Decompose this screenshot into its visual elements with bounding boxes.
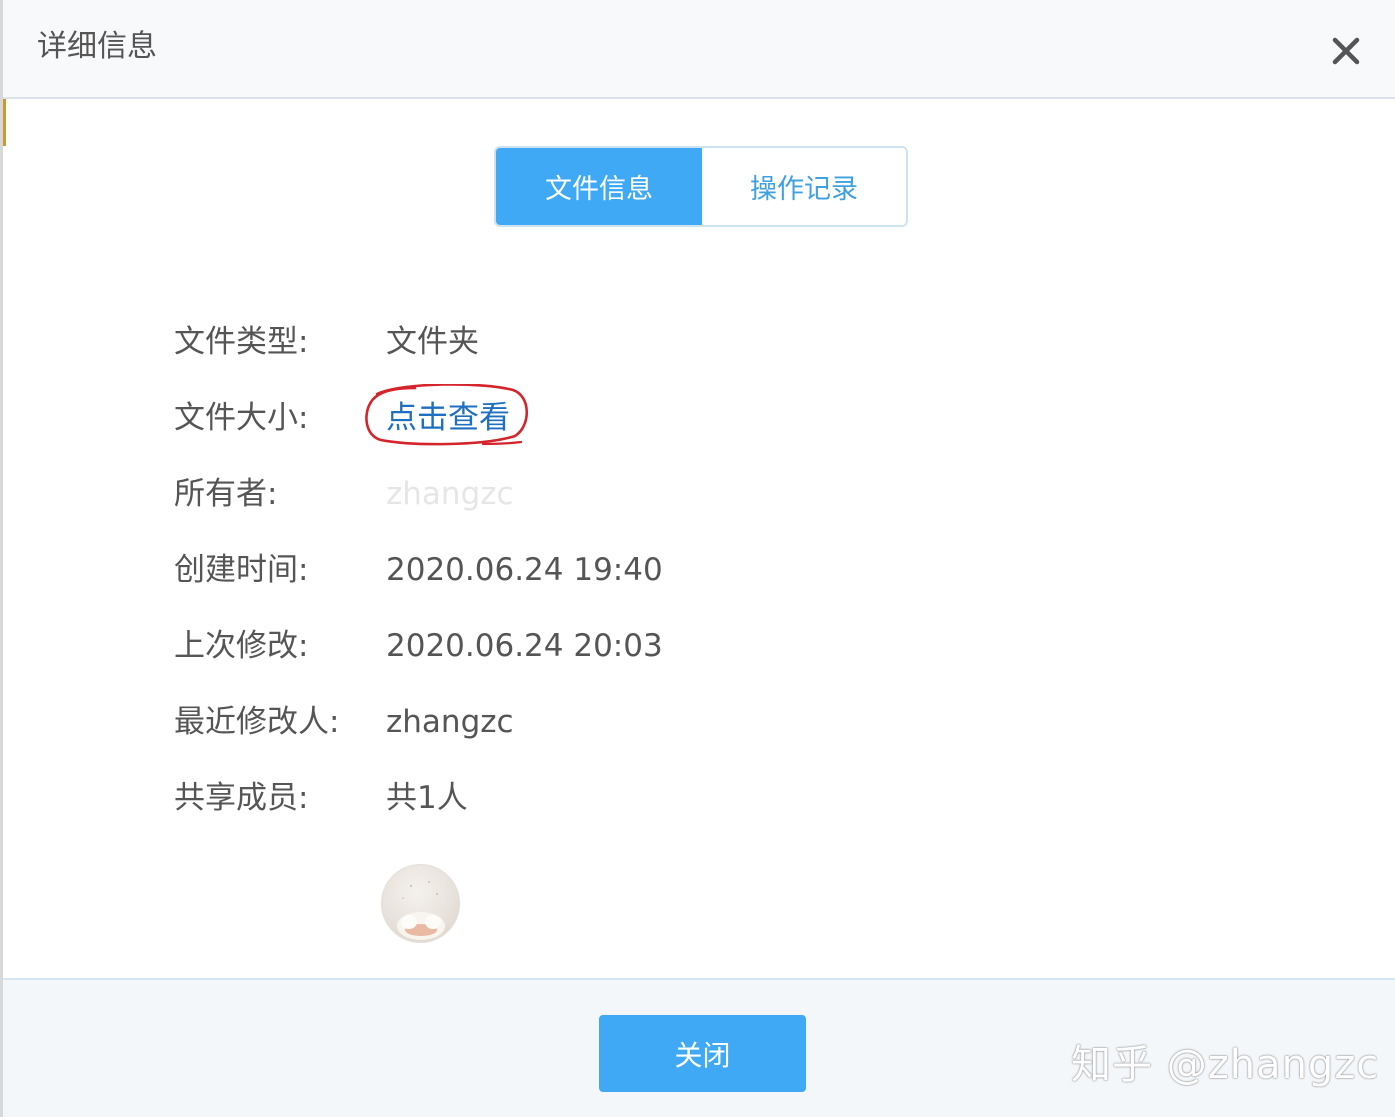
file-type-value: 文件夹 <box>386 324 479 360</box>
avatar-image <box>397 881 445 940</box>
created-time-label: 创建时间: <box>174 552 309 588</box>
avatar[interactable] <box>381 864 460 943</box>
close-button[interactable]: 关闭 <box>599 1015 806 1092</box>
file-type-label: 文件类型: <box>174 324 309 360</box>
watermark: 知乎 @zhangzc <box>1071 1042 1380 1088</box>
file-details-dialog: 详细信息 文件信息 操作记录 文件类型: 文件夹 文件大小: 点击查看 所有者:… <box>0 0 1395 1117</box>
last-modifier-value: zhangzc <box>386 704 514 740</box>
owner-value: zhangzc <box>386 476 514 512</box>
shared-members-label: 共享成员: <box>174 780 309 816</box>
last-modifier-label: 最近修改人: <box>174 704 340 740</box>
dialog-header: 详细信息 <box>3 0 1395 99</box>
shared-members-count: 共1人 <box>386 780 468 816</box>
tab-operation-log[interactable]: 操作记录 <box>702 148 906 225</box>
file-size-view-link[interactable]: 点击查看 <box>386 398 510 438</box>
created-time-value: 2020.06.24 19:40 <box>386 552 663 588</box>
owner-label: 所有者: <box>174 476 278 512</box>
file-size-label: 文件大小: <box>174 400 309 436</box>
dialog-footer: 关闭 知乎 @zhangzc <box>3 978 1395 1117</box>
dialog-title: 详细信息 <box>37 29 157 64</box>
modified-time-label: 上次修改: <box>174 628 309 664</box>
tab-file-info[interactable]: 文件信息 <box>496 148 702 225</box>
modified-time-value: 2020.06.24 20:03 <box>386 628 663 664</box>
detail-tabs: 文件信息 操作记录 <box>494 146 908 227</box>
close-icon[interactable] <box>1325 30 1367 72</box>
